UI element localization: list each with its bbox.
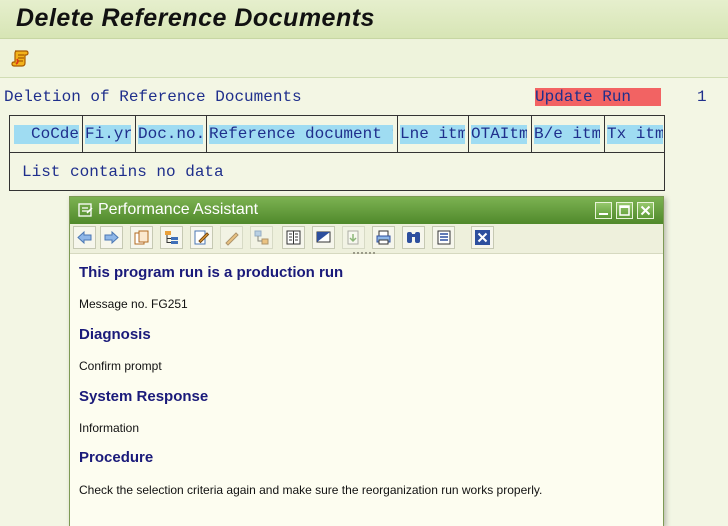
display-button[interactable] — [312, 226, 335, 249]
section-text-procedure: Check the selection criteria again and m… — [79, 483, 543, 497]
edit-icon — [194, 230, 210, 245]
section-heading-system-response: System Response — [79, 388, 209, 405]
list-icon — [437, 230, 451, 245]
page-title: Delete Reference Documents — [16, 4, 375, 32]
performance-assistant-content: This program run is a production run Mes… — [70, 255, 663, 526]
section-heading-procedure: Procedure — [79, 449, 154, 466]
scroll-icon[interactable] — [11, 48, 31, 68]
run-mode-badge: Update Run — [535, 88, 661, 106]
performance-assistant-title: Performance Assistant — [98, 201, 259, 218]
message-number: Message no. FG251 — [79, 297, 188, 311]
performance-assistant-toolbar — [70, 224, 663, 254]
display-icon — [316, 231, 331, 243]
minimize-button[interactable] — [595, 202, 612, 219]
pen-icon — [225, 232, 239, 246]
column-header-line-item[interactable]: Lne itm — [400, 125, 465, 144]
column-separator — [82, 116, 83, 152]
annotate-button[interactable] — [220, 226, 243, 249]
print-icon — [376, 230, 391, 245]
column-header-tax-item[interactable]: Tx itm — [607, 125, 663, 144]
grid-header: CoCde Fi.yr Doc.no. Reference document t… — [10, 116, 664, 153]
results-grid: CoCde Fi.yr Doc.no. Reference document t… — [9, 115, 665, 191]
network-icon — [254, 230, 269, 245]
empty-list-message: List contains no data — [22, 163, 224, 181]
window-icon — [78, 203, 93, 217]
section-text-system-response: Information — [79, 421, 140, 435]
performance-assistant-titlebar[interactable]: Performance Assistant — [70, 197, 663, 224]
minimize-icon — [599, 213, 608, 215]
close-assistant-button[interactable] — [471, 226, 494, 249]
maximize-button[interactable] — [616, 202, 633, 219]
export-icon — [347, 230, 359, 245]
performance-assistant-window: Performance Assistant This program run i… — [69, 196, 664, 526]
close-icon — [475, 230, 490, 245]
edit-button[interactable] — [190, 226, 213, 249]
forward-icon — [104, 230, 119, 245]
documentation-button[interactable] — [282, 226, 305, 249]
column-separator — [531, 116, 532, 152]
copy-icon — [134, 230, 149, 245]
column-header-reference-document[interactable]: Reference document t — [209, 125, 393, 144]
column-header-cocde[interactable]: CoCde — [14, 125, 79, 144]
copy-button[interactable] — [130, 226, 153, 249]
column-header-doc-no[interactable]: Doc.no. — [138, 125, 203, 144]
find-button[interactable] — [402, 226, 425, 249]
column-separator — [397, 116, 398, 152]
maximize-icon — [619, 205, 630, 216]
find-icon — [407, 232, 420, 243]
close-button[interactable] — [637, 202, 654, 219]
column-separator — [206, 116, 207, 152]
application-toolbar — [0, 39, 728, 78]
page-number: 1 — [697, 88, 707, 106]
section-text-diagnosis: Confirm prompt — [79, 359, 162, 373]
export-button[interactable] — [342, 226, 365, 249]
column-separator — [468, 116, 469, 152]
column-header-ota-item[interactable]: OTAItm — [471, 125, 527, 144]
forward-button[interactable] — [100, 226, 123, 249]
tree-icon — [165, 231, 178, 244]
back-icon — [77, 230, 92, 245]
network-button[interactable] — [250, 226, 273, 249]
column-header-fiscal-year[interactable]: Fi.yr — [85, 125, 131, 144]
book-icon — [286, 230, 301, 245]
list-button[interactable] — [432, 226, 455, 249]
list-heading: Deletion of Reference Documents — [4, 88, 302, 106]
message-heading: This program run is a production run — [79, 264, 344, 281]
column-separator — [135, 116, 136, 152]
structure-button[interactable] — [160, 226, 183, 249]
back-button[interactable] — [73, 226, 96, 249]
column-header-be-item[interactable]: B/e itm — [534, 125, 600, 144]
section-heading-diagnosis: Diagnosis — [79, 326, 151, 343]
print-button[interactable] — [372, 226, 395, 249]
window-title-bar: Delete Reference Documents — [0, 0, 728, 39]
column-separator — [604, 116, 605, 152]
close-icon — [640, 205, 651, 216]
